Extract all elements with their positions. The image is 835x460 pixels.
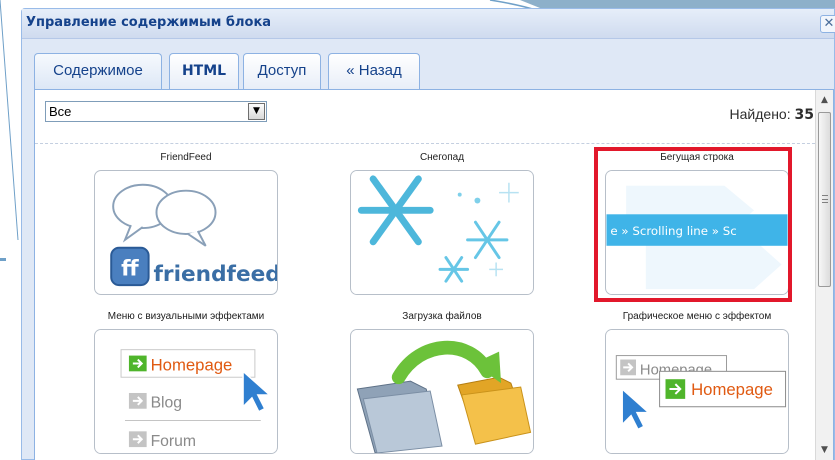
scroll-up-icon[interactable]: ▲ (818, 93, 831, 107)
dropdown-button[interactable]: ▼ (248, 103, 265, 120)
graphic-menu-item-front: Homepage (691, 380, 773, 399)
tile-label: Бегущая строка (660, 152, 734, 163)
category-select-value: Все (49, 104, 72, 119)
scroll-down-icon[interactable]: ▼ (818, 443, 831, 457)
tab-access[interactable]: Доступ (243, 53, 321, 89)
graphic-menu-icon[interactable]: Homepage Homepage (605, 329, 789, 454)
close-button[interactable]: ✕ (820, 15, 835, 33)
tab-content[interactable]: Содержимое (34, 53, 162, 90)
scrollbar-thumb[interactable] (818, 112, 831, 287)
scrolling-line-text: e » Scrolling line » Sc (610, 224, 736, 238)
friendfeed-logo-icon[interactable]: ff friendfeed (94, 170, 278, 295)
dialog-titlebar[interactable]: Управление содержимым блока ✕ (22, 9, 835, 39)
menu-item-homepage: Homepage (151, 355, 233, 374)
dialog-title: Управление содержимым блока (26, 15, 272, 30)
found-count: 35 (794, 107, 814, 123)
menu-item-blog: Blog (151, 395, 183, 412)
widget-grid: FriendFeed ff friendfeed Снегопад Бегуща… (35, 144, 820, 460)
snowflakes-icon[interactable] (350, 170, 534, 295)
found-counter: Найдено: 35 (730, 106, 814, 123)
tab-html[interactable]: HTML (169, 53, 239, 89)
tile-label: FriendFeed (160, 152, 212, 163)
tile-label: Снегопад (419, 152, 465, 163)
close-icon: ✕ (823, 16, 835, 31)
tile-label: Графическое меню с эффектом (622, 311, 772, 322)
tile-label: Меню с визуальными эффектами (107, 311, 265, 322)
tile-label: Загрузка файлов (402, 311, 482, 322)
tab-back[interactable]: « Назад (328, 53, 420, 89)
chevron-down-icon: ▼ (253, 106, 260, 116)
friendfeed-wordmark: friendfeed (154, 262, 277, 287)
menu-item-forum: Forum (151, 433, 196, 450)
folder-upload-icon[interactable] (350, 329, 534, 454)
vertical-scrollbar[interactable]: ▲ ▼ (815, 90, 833, 460)
filter-toolbar: Все ▼ Найдено: 35 (35, 90, 820, 145)
category-select[interactable]: Все ▼ (45, 101, 267, 122)
grip-icon (822, 195, 828, 203)
content-management-dialog: Управление содержимым блока ✕ Содержимое… (21, 8, 835, 460)
visual-menu-icon[interactable]: Homepage Blog Forum (94, 329, 278, 454)
svg-text:ff: ff (121, 256, 139, 281)
scrolling-line-icon[interactable]: e » Scrolling line » Sc (605, 170, 789, 295)
content-panel: Все ▼ Найдено: 35 FriendFeed ff friendfe… (34, 89, 834, 460)
found-label: Найдено: (729, 106, 791, 122)
